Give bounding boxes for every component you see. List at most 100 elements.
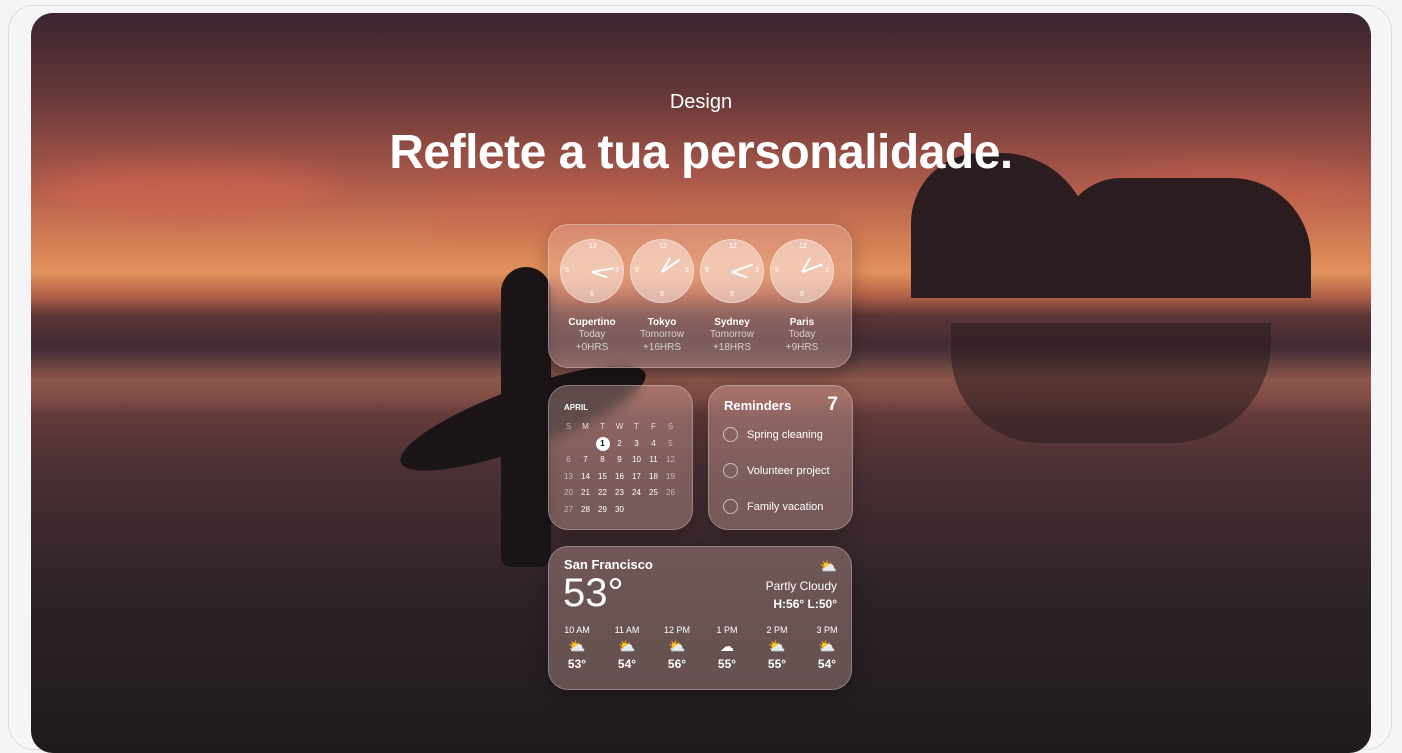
- clock-1: 12 3 6 9 Tokyo Tomorrow +16HRS: [630, 239, 694, 354]
- checkbox-circle-icon[interactable]: [723, 499, 738, 514]
- clock-city: Cupertino: [568, 317, 616, 328]
- calendar-day: [645, 502, 662, 519]
- calendar-day[interactable]: 25: [645, 485, 662, 502]
- clock-3: 12 3 6 9 Paris Today +9HRS: [770, 239, 834, 354]
- calendar-day[interactable]: 7: [577, 452, 594, 469]
- hourly-forecast: 1 PM ☁ 55°: [707, 625, 747, 671]
- clock-offset: +9HRS: [785, 342, 819, 353]
- reminder-label: Volunteer project: [747, 464, 830, 477]
- clock-day: Tomorrow: [640, 329, 684, 340]
- clock-offset: +0HRS: [575, 342, 609, 353]
- hourly-forecast: 2 PM ⛅ 55°: [757, 625, 797, 671]
- reminder-label: Spring cleaning: [747, 428, 823, 441]
- hourly-forecast: 10 AM ⛅ 53°: [557, 625, 597, 671]
- calendar-day[interactable]: 19: [662, 469, 679, 486]
- reminders-count: 7: [827, 394, 838, 415]
- calendar-day[interactable]: 4: [645, 436, 662, 453]
- weather-widget[interactable]: San Francisco 53° ⛅ Partly Cloudy H:56° …: [548, 546, 852, 690]
- clock-city: Paris: [789, 317, 815, 328]
- weather-city: San Francisco: [564, 557, 653, 572]
- calendar-day[interactable]: 21: [577, 485, 594, 502]
- weekday-label: S: [667, 422, 674, 431]
- weekday-label: T: [600, 422, 605, 431]
- clock-city: Tokyo: [647, 317, 677, 328]
- page-title: Reflete a tua personalidade.: [389, 126, 1013, 179]
- calendar-day[interactable]: 1: [595, 436, 610, 451]
- hour-time: 1 PM: [716, 625, 738, 635]
- calendar-day[interactable]: 3: [628, 436, 645, 453]
- reminders-title: Reminders: [724, 398, 792, 413]
- section-kicker: Design: [669, 91, 733, 113]
- reminder-item[interactable]: Volunteer project: [723, 463, 830, 478]
- clock-city: Sydney: [714, 317, 750, 328]
- hour-temp: 56°: [667, 657, 687, 671]
- hour-time: 10 AM: [564, 625, 590, 635]
- calendar-day[interactable]: 28: [577, 502, 594, 519]
- calendar-day[interactable]: 14: [577, 469, 594, 486]
- weather-condition: Partly Cloudy: [765, 579, 837, 593]
- calendar-day[interactable]: 15: [594, 469, 611, 486]
- reminder-item[interactable]: Spring cleaning: [723, 427, 823, 442]
- checkbox-circle-icon[interactable]: [723, 427, 738, 442]
- checkbox-circle-icon[interactable]: [723, 463, 738, 478]
- calendar-day[interactable]: 17: [628, 469, 645, 486]
- calendar-day[interactable]: 27: [560, 502, 577, 519]
- partly-cloudy-icon: ⛅: [819, 558, 837, 574]
- calendar-day[interactable]: 18: [645, 469, 662, 486]
- weekday-label: M: [582, 422, 589, 431]
- hour-time: 12 PM: [663, 625, 690, 635]
- reminder-item[interactable]: Family vacation: [723, 499, 823, 514]
- calendar-day[interactable]: 2: [611, 436, 628, 453]
- calendar-day[interactable]: 16: [611, 469, 628, 486]
- hourly-forecast: 12 PM ⛅ 56°: [657, 625, 697, 671]
- clock-offset: +18HRS: [712, 342, 752, 353]
- partly-cloudy-icon: ⛅: [568, 638, 586, 654]
- partly-cloudy-icon: ⛅: [768, 638, 786, 654]
- world-clock-widget[interactable]: 12 3 6 9 Cupertino Today +0HRS 12 3 6 9 Tokyo Tomorr…: [548, 224, 852, 368]
- clock-offset: +16HRS: [642, 342, 682, 353]
- calendar-month: APRIL: [564, 403, 588, 412]
- calendar-day[interactable]: 13: [560, 469, 577, 486]
- hourly-forecast: 3 PM ⛅ 54°: [807, 625, 847, 671]
- hour-time: 2 PM: [766, 625, 788, 635]
- partly-cloudy-icon: ⛅: [818, 638, 836, 654]
- calendar-widget[interactable]: APRIL S M T W T F S 1 2 3 4 5 6 7 8 9 10 11 12 13 14 15 16 17 18…: [548, 385, 693, 530]
- calendar-day[interactable]: 6: [560, 452, 577, 469]
- calendar-day[interactable]: 9: [611, 452, 628, 469]
- calendar-day[interactable]: 22: [594, 485, 611, 502]
- clock-day: Tomorrow: [710, 329, 754, 340]
- calendar-grid: S M T W T F S 1 2 3 4 5 6 7 8 9 10 11 12 13 14 15 16 17 18 19 20 21…: [560, 419, 679, 518]
- partly-cloudy-icon: ⛅: [668, 638, 686, 654]
- calendar-day[interactable]: 24: [628, 485, 645, 502]
- cloud-icon: ☁: [720, 638, 734, 654]
- calendar-day[interactable]: 10: [628, 452, 645, 469]
- calendar-day[interactable]: 26: [662, 485, 679, 502]
- calendar-day[interactable]: 5: [662, 436, 679, 453]
- clock-0: 12 3 6 9 Cupertino Today +0HRS: [560, 239, 624, 354]
- weekday-label: T: [634, 422, 639, 431]
- clock-day: Today: [788, 329, 816, 340]
- partly-cloudy-icon: ⛅: [618, 638, 636, 654]
- calendar-day: [662, 502, 679, 519]
- clock-face-icon: 12 3 6 9: [770, 239, 834, 303]
- rock-silhouette: [1061, 178, 1311, 298]
- calendar-day[interactable]: 20: [560, 485, 577, 502]
- clock-2: 12 3 6 9 Sydney Tomorrow +18HRS: [700, 239, 764, 354]
- clock-face-icon: 12 3 6 9: [700, 239, 764, 303]
- calendar-day[interactable]: 29: [594, 502, 611, 519]
- hourly-forecast: 11 AM ⛅ 54°: [607, 625, 647, 671]
- calendar-day[interactable]: 12: [662, 452, 679, 469]
- clock-face-icon: 12 3 6 9: [630, 239, 694, 303]
- hour-temp: 54°: [817, 657, 837, 671]
- calendar-day[interactable]: 23: [611, 485, 628, 502]
- clock-day: Today: [578, 329, 606, 340]
- calendar-day[interactable]: 8: [594, 452, 611, 469]
- weekday-label: S: [565, 422, 572, 431]
- clock-face-icon: 12 3 6 9: [560, 239, 624, 303]
- calendar-day: [577, 436, 594, 453]
- calendar-day: [560, 436, 577, 453]
- hour-time: 3 PM: [816, 625, 838, 635]
- reminders-widget[interactable]: Reminders 7 Spring cleaning Volunteer pr…: [708, 385, 853, 530]
- calendar-day[interactable]: 30: [611, 502, 628, 519]
- calendar-day[interactable]: 11: [645, 452, 662, 469]
